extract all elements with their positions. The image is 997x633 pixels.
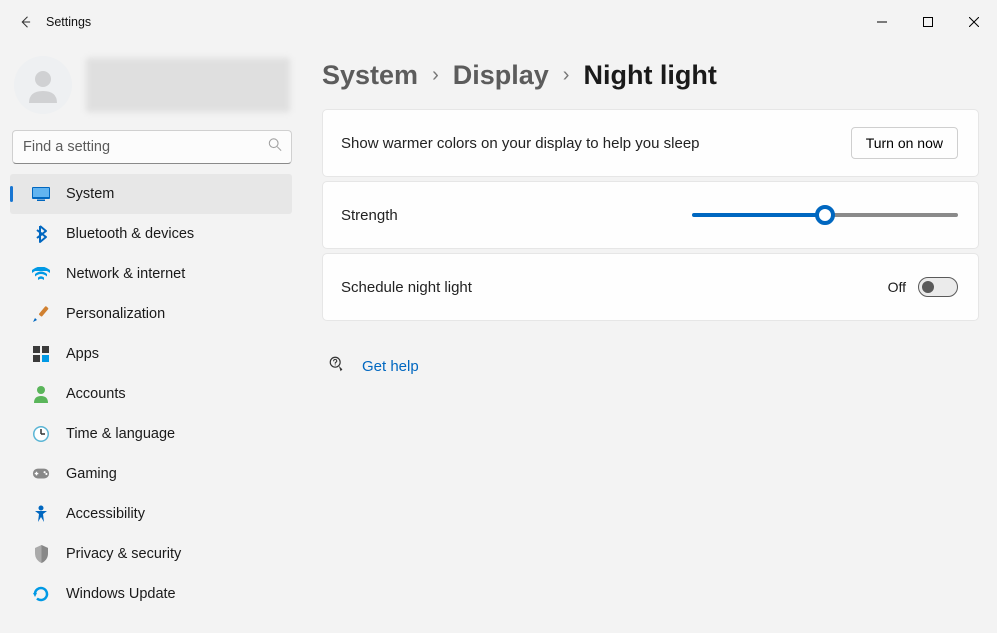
schedule-label: Schedule night light bbox=[341, 279, 888, 296]
sidebar-item-system[interactable]: System bbox=[10, 174, 292, 214]
sidebar-item-network[interactable]: Network & internet bbox=[10, 254, 292, 294]
close-button[interactable] bbox=[951, 6, 997, 38]
titlebar: Settings bbox=[0, 0, 997, 44]
sidebar-item-label: Personalization bbox=[66, 306, 165, 322]
strength-slider[interactable] bbox=[692, 213, 958, 217]
sidebar-item-update[interactable]: Windows Update bbox=[10, 574, 292, 614]
sidebar-item-accounts[interactable]: Accounts bbox=[10, 374, 292, 414]
network-icon bbox=[32, 265, 50, 283]
time-icon bbox=[32, 425, 50, 443]
strength-slider-container bbox=[692, 213, 958, 217]
get-help-link[interactable]: Get help bbox=[362, 358, 419, 375]
privacy-icon bbox=[32, 545, 50, 563]
breadcrumb: System › Display › Night light bbox=[322, 60, 979, 91]
search-container bbox=[12, 130, 292, 164]
help-icon bbox=[328, 355, 346, 378]
maximize-button[interactable] bbox=[905, 6, 951, 38]
sidebar-item-apps[interactable]: Apps bbox=[10, 334, 292, 374]
window-controls bbox=[859, 6, 997, 38]
sidebar-item-time[interactable]: Time & language bbox=[10, 414, 292, 454]
back-button[interactable] bbox=[6, 4, 42, 40]
description-text: Show warmer colors on your display to he… bbox=[341, 135, 851, 152]
schedule-state-text: Off bbox=[888, 279, 906, 295]
sidebar-item-label: Gaming bbox=[66, 466, 117, 482]
apps-icon bbox=[32, 345, 50, 363]
minimize-icon bbox=[877, 17, 887, 27]
sidebar-item-privacy[interactable]: Privacy & security bbox=[10, 534, 292, 574]
arrow-left-icon bbox=[17, 15, 31, 29]
sidebar-item-label: Time & language bbox=[66, 426, 175, 442]
close-icon bbox=[969, 17, 979, 27]
sidebar-item-label: Bluetooth & devices bbox=[66, 226, 194, 242]
strength-label: Strength bbox=[341, 207, 692, 224]
window-title: Settings bbox=[46, 15, 91, 29]
schedule-card: Schedule night light Off bbox=[322, 253, 979, 321]
sidebar-item-label: Accessibility bbox=[66, 506, 145, 522]
user-name-redacted bbox=[86, 58, 290, 112]
system-icon bbox=[32, 185, 50, 203]
schedule-toggle[interactable] bbox=[918, 277, 958, 297]
accessibility-icon bbox=[32, 505, 50, 523]
sidebar-item-label: System bbox=[66, 186, 114, 202]
description-card: Show warmer colors on your display to he… bbox=[322, 109, 979, 177]
sidebar-item-accessibility[interactable]: Accessibility bbox=[10, 494, 292, 534]
strength-card: Strength bbox=[322, 181, 979, 249]
chevron-right-icon: › bbox=[432, 64, 439, 87]
sidebar-item-label: Accounts bbox=[66, 386, 126, 402]
gaming-icon bbox=[32, 465, 50, 483]
chevron-right-icon: › bbox=[563, 64, 570, 87]
turn-on-button[interactable]: Turn on now bbox=[851, 127, 958, 159]
breadcrumb-system[interactable]: System bbox=[322, 60, 418, 91]
user-icon bbox=[23, 65, 63, 105]
update-icon bbox=[32, 585, 50, 603]
avatar bbox=[14, 56, 72, 114]
sidebar-item-gaming[interactable]: Gaming bbox=[10, 454, 292, 494]
sidebar-item-label: Privacy & security bbox=[66, 546, 181, 562]
sidebar-item-label: Apps bbox=[66, 346, 99, 362]
sidebar-item-label: Windows Update bbox=[66, 586, 176, 602]
sidebar: System Bluetooth & devices Network & inter… bbox=[0, 44, 304, 633]
sidebar-item-label: Network & internet bbox=[66, 266, 185, 282]
search-input[interactable] bbox=[12, 130, 292, 164]
personalization-icon bbox=[32, 305, 50, 323]
main-content: System › Display › Night light Show warm… bbox=[304, 44, 997, 633]
minimize-button[interactable] bbox=[859, 6, 905, 38]
user-profile[interactable] bbox=[0, 52, 304, 130]
nav-list: System Bluetooth & devices Network & inter… bbox=[0, 174, 304, 614]
bluetooth-icon bbox=[32, 225, 50, 243]
sidebar-item-personalization[interactable]: Personalization bbox=[10, 294, 292, 334]
accounts-icon bbox=[32, 385, 50, 403]
search-icon bbox=[268, 138, 282, 157]
help-row: Get help bbox=[322, 355, 979, 378]
maximize-icon bbox=[923, 17, 933, 27]
breadcrumb-display[interactable]: Display bbox=[453, 60, 549, 91]
breadcrumb-current: Night light bbox=[583, 60, 716, 91]
sidebar-item-bluetooth[interactable]: Bluetooth & devices bbox=[10, 214, 292, 254]
